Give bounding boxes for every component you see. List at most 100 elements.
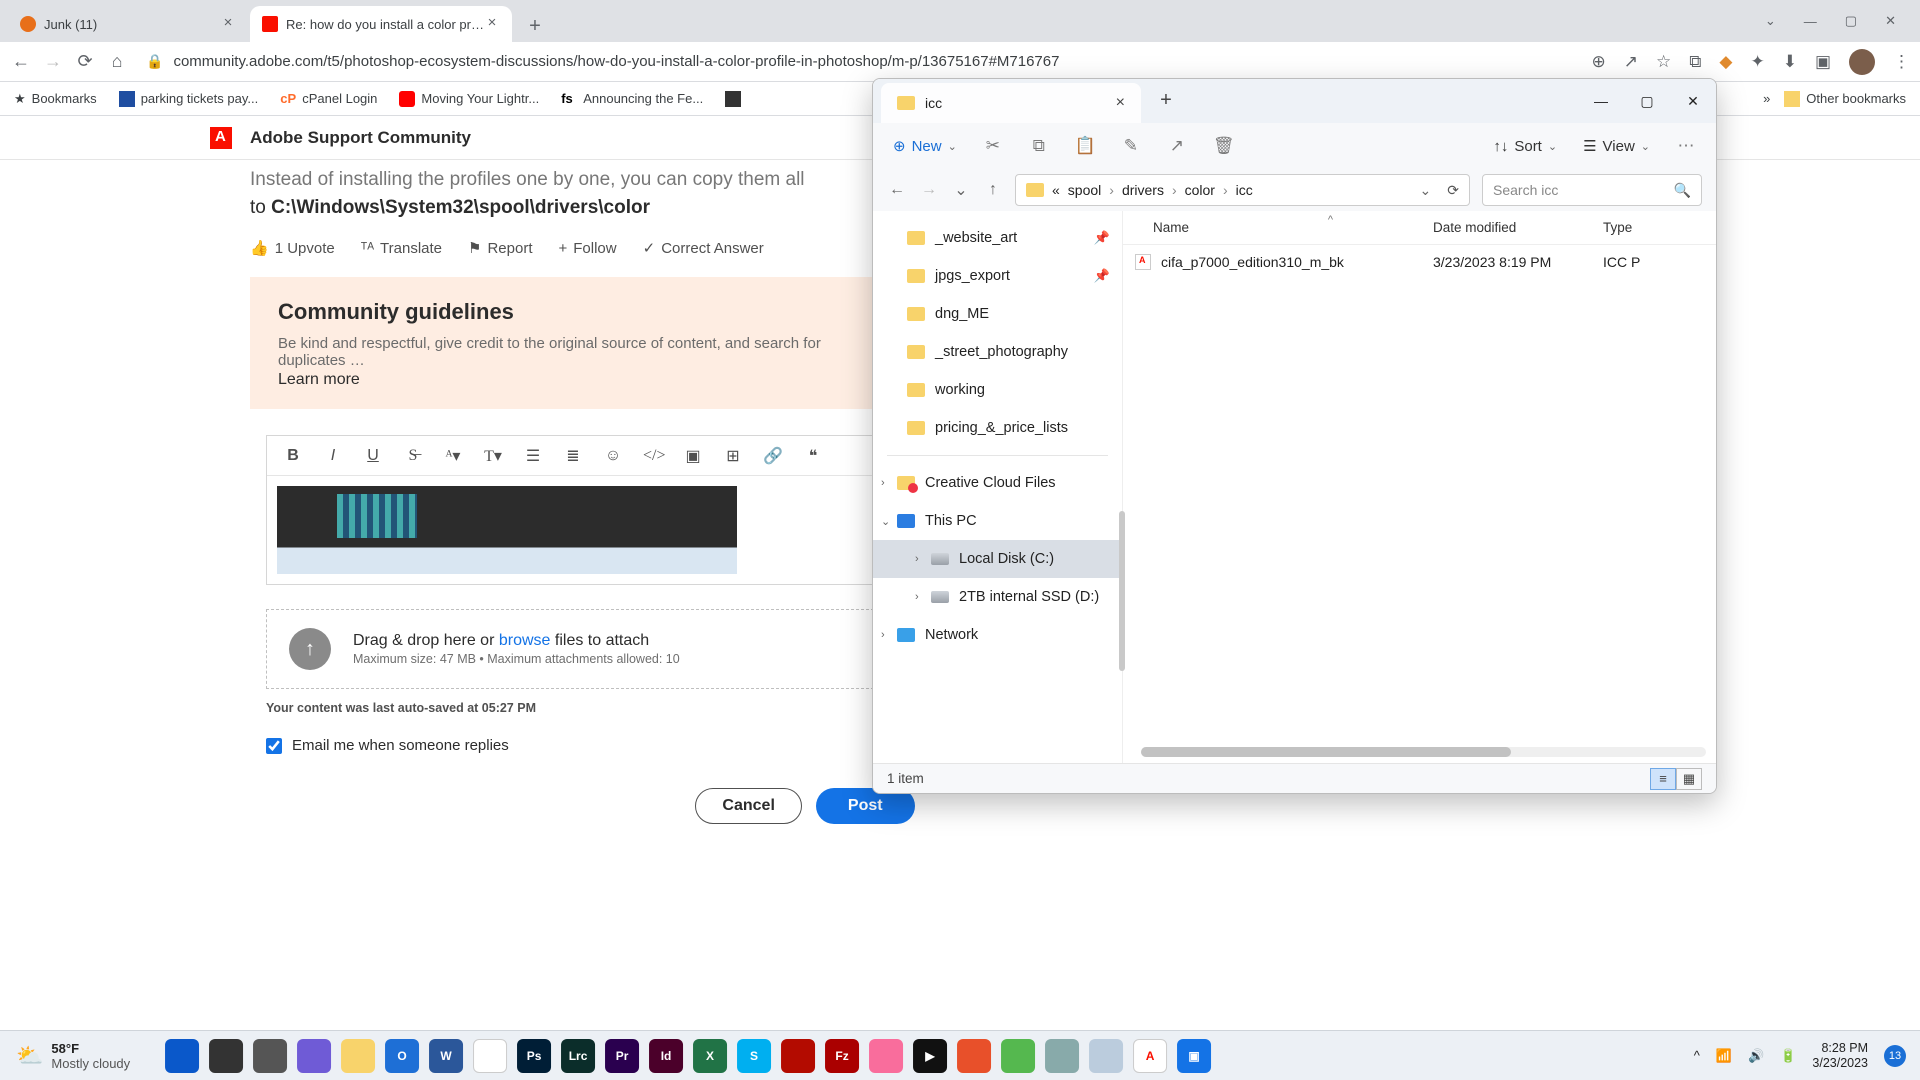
follow-button[interactable]: +Follow: [559, 240, 617, 257]
chevron-right-icon[interactable]: ›: [881, 629, 885, 641]
share-icon[interactable]: ↗: [1167, 136, 1187, 156]
pin-icon[interactable]: 📌: [1094, 230, 1110, 246]
upvote-button[interactable]: 👍1 Upvote: [250, 239, 335, 257]
table-button[interactable]: ⊞: [723, 446, 743, 466]
report-button[interactable]: ⚑Report: [468, 239, 532, 257]
tray-overflow-icon[interactable]: ^: [1694, 1048, 1700, 1063]
taskbar-app[interactable]: Fz: [825, 1039, 859, 1073]
pin-icon[interactable]: 📌: [1094, 268, 1110, 284]
strike-button[interactable]: S̶: [403, 447, 423, 465]
window-minimize-icon[interactable]: —: [1578, 93, 1624, 109]
checkbox-input[interactable]: [266, 738, 282, 754]
browse-link[interactable]: browse: [499, 632, 551, 649]
chevron-right-icon[interactable]: ›: [915, 553, 919, 565]
address-bar[interactable]: 🔒 community.adobe.com/t5/photoshop-ecosy…: [138, 53, 1581, 70]
quick-pricing[interactable]: pricing_&_price_lists: [873, 409, 1122, 447]
quick-working[interactable]: working: [873, 371, 1122, 409]
nav-up-icon[interactable]: ↑: [983, 181, 1003, 199]
home-icon[interactable]: ⌂: [106, 51, 128, 73]
window-close-icon[interactable]: ✕: [1670, 93, 1716, 110]
guidelines-link[interactable]: Learn more: [278, 371, 892, 389]
link-button[interactable]: 🔗: [763, 446, 783, 466]
bookmark-cpanel[interactable]: cPcPanel Login: [280, 91, 377, 107]
correct-answer-button[interactable]: ✓Correct Answer: [643, 239, 764, 257]
crumb-spool[interactable]: spool: [1068, 182, 1101, 198]
window-close-icon[interactable]: ✕: [1885, 13, 1896, 29]
window-maximize-icon[interactable]: ▢: [1845, 13, 1857, 29]
chevron-right-icon[interactable]: ›: [915, 591, 919, 603]
bookmarks-overflow-icon[interactable]: »: [1763, 91, 1770, 106]
window-dropdown-icon[interactable]: ⌄: [1765, 13, 1776, 29]
emoji-button[interactable]: ☺: [603, 447, 623, 465]
zoom-icon[interactable]: ⊕: [1591, 52, 1605, 72]
cancel-button[interactable]: Cancel: [695, 788, 801, 824]
downloads-icon[interactable]: ⬇: [1783, 52, 1797, 72]
battery-icon[interactable]: 🔋: [1780, 1048, 1796, 1064]
textsize-button[interactable]: ᴬ▾: [443, 446, 463, 466]
reload-icon[interactable]: ⟳: [74, 51, 96, 73]
paste-icon[interactable]: 📋: [1075, 136, 1095, 156]
browser-tab-adobe[interactable]: Re: how do you install a color pr… ×: [250, 6, 512, 42]
rename-icon[interactable]: ✎: [1121, 136, 1141, 156]
window-maximize-icon[interactable]: ▢: [1624, 93, 1670, 110]
taskbar-app[interactable]: [1001, 1039, 1035, 1073]
taskbar-app[interactable]: S: [737, 1039, 771, 1073]
volume-icon[interactable]: 🔊: [1748, 1048, 1764, 1064]
column-name[interactable]: Name^: [1123, 220, 1433, 235]
extension-fox-icon[interactable]: ◆: [1719, 52, 1732, 72]
bookmark-fs[interactable]: fsAnnouncing the Fe...: [561, 91, 703, 107]
new-button[interactable]: ⊕New ⌄: [893, 137, 957, 155]
taskbar-clock[interactable]: 8:28 PM 3/23/2023: [1812, 1041, 1868, 1070]
quick-website-art[interactable]: _website_art📌: [873, 219, 1122, 257]
explorer-new-tab[interactable]: +: [1149, 89, 1183, 112]
translate-button[interactable]: ᵀᴬTranslate: [361, 240, 442, 257]
column-date[interactable]: Date modified: [1433, 220, 1603, 235]
taskbar-app[interactable]: [253, 1039, 287, 1073]
taskbar-app[interactable]: [297, 1039, 331, 1073]
tree-network[interactable]: ›Network: [873, 616, 1122, 654]
unordered-list-button[interactable]: ≣: [563, 446, 583, 466]
taskbar-app[interactable]: [957, 1039, 991, 1073]
crumb-icc[interactable]: icc: [1236, 182, 1253, 198]
nav-history-icon[interactable]: ⌄: [951, 180, 971, 200]
sidepanel-icon[interactable]: ▣: [1815, 52, 1831, 72]
taskbar-app[interactable]: [869, 1039, 903, 1073]
image-button[interactable]: ▣: [683, 446, 703, 466]
sort-button[interactable]: ↑↓Sort ⌄: [1493, 138, 1557, 155]
quote-button[interactable]: ❝: [803, 446, 823, 466]
browser-tab-junk[interactable]: Junk (11) ×: [8, 6, 248, 42]
delete-icon[interactable]: 🗑: [1213, 136, 1233, 156]
taskbar-app[interactable]: X: [693, 1039, 727, 1073]
taskbar-app[interactable]: [165, 1039, 199, 1073]
chevron-down-icon[interactable]: ⌄: [1420, 182, 1432, 199]
notification-badge[interactable]: 13: [1884, 1045, 1906, 1067]
nav-forward-icon[interactable]: →: [919, 181, 939, 199]
editor-body[interactable]: [267, 476, 903, 584]
horizontal-scrollbar[interactable]: [1141, 747, 1706, 757]
scrollbar-thumb[interactable]: [1141, 747, 1511, 757]
new-tab-button[interactable]: +: [520, 12, 550, 42]
taskbar-app[interactable]: Ps: [517, 1039, 551, 1073]
italic-button[interactable]: I: [323, 447, 343, 465]
close-icon[interactable]: ×: [1116, 94, 1125, 112]
taskbar-app[interactable]: ▶: [913, 1039, 947, 1073]
explorer-titlebar[interactable]: icc × + — ▢ ✕: [873, 79, 1716, 123]
forward-icon[interactable]: →: [42, 51, 64, 73]
profile-avatar[interactable]: [1849, 49, 1875, 75]
tree-local-disk-c[interactable]: ›Local Disk (C:): [873, 540, 1122, 578]
taskbar-app[interactable]: Lrc: [561, 1039, 595, 1073]
taskbar-weather[interactable]: ⛅ 58°F Mostly cloudy: [0, 1041, 130, 1071]
crumb-color[interactable]: color: [1185, 182, 1215, 198]
extensions-icon[interactable]: ✦: [1750, 52, 1764, 72]
share-icon[interactable]: ↗: [1624, 52, 1638, 72]
refresh-icon[interactable]: ⟳: [1447, 182, 1459, 199]
taskbar-app[interactable]: [1045, 1039, 1079, 1073]
breadcrumb[interactable]: « spool› drivers› color› icc ⌄ ⟳: [1015, 174, 1470, 206]
taskbar-app[interactable]: A: [1133, 1039, 1167, 1073]
column-type[interactable]: Type: [1603, 220, 1716, 235]
quick-street-photography[interactable]: _street_photography: [873, 333, 1122, 371]
tree-this-pc[interactable]: ⌄This PC: [873, 502, 1122, 540]
bookmark-generic[interactable]: [725, 91, 741, 107]
cast-icon[interactable]: ⧉: [1689, 52, 1701, 72]
back-icon[interactable]: ←: [10, 51, 32, 73]
